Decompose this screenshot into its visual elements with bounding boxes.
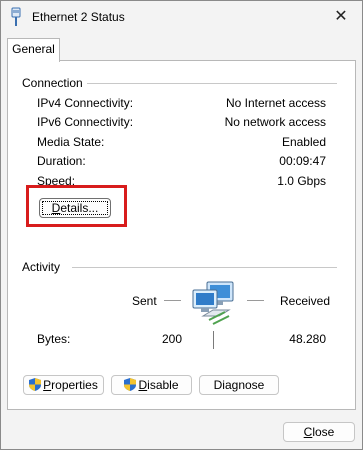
bytes-separator xyxy=(213,331,214,349)
tab-general[interactable]: General xyxy=(7,38,60,62)
disable-label: isable xyxy=(147,378,179,392)
connection-group-title: Connection xyxy=(22,76,89,90)
properties-label: roperties xyxy=(51,378,98,392)
ipv6-value: No network access xyxy=(224,115,326,129)
general-panel xyxy=(7,60,356,410)
status-dialog: Ethernet 2 Status ✕ General Connection I… xyxy=(0,0,363,450)
duration-label: Duration: xyxy=(37,154,86,168)
media-state-label: Media State: xyxy=(37,135,105,149)
properties-accel: P xyxy=(43,378,52,392)
properties-button[interactable]: Properties xyxy=(23,375,104,395)
uac-shield-icon xyxy=(29,378,42,391)
diagnose-button[interactable]: Diagnose xyxy=(199,375,279,395)
close-button[interactable]: Close xyxy=(283,422,355,442)
duration-value: 00:09:47 xyxy=(279,154,326,168)
bytes-label: Bytes: xyxy=(37,332,71,346)
window-title: Ethernet 2 Status xyxy=(32,10,125,24)
close-icon[interactable]: ✕ xyxy=(330,7,352,27)
ipv6-label: IPv6 Connectivity: xyxy=(37,115,134,129)
received-line xyxy=(247,300,264,301)
bytes-received-value: 48.280 xyxy=(289,332,326,346)
media-state-value: Enabled xyxy=(281,135,326,149)
ipv4-label: IPv4 Connectivity: xyxy=(37,96,134,110)
disable-accel: D xyxy=(138,378,148,392)
connection-divider xyxy=(87,83,337,84)
sent-line xyxy=(164,300,181,301)
received-label: Received xyxy=(280,294,331,308)
bytes-sent-value: 200 xyxy=(161,332,182,346)
close-label: lose xyxy=(312,425,335,439)
details-highlight-box xyxy=(26,185,127,227)
network-computers-icon xyxy=(192,281,234,325)
disable-button[interactable]: Disable xyxy=(111,375,192,395)
title-bar: Ethernet 2 Status ✕ xyxy=(1,1,362,33)
activity-group-title: Activity xyxy=(22,260,67,274)
uac-shield-icon xyxy=(124,378,137,391)
activity-divider xyxy=(72,267,337,268)
speed-value: 1.0 Gbps xyxy=(277,174,326,188)
ipv4-value: No Internet access xyxy=(225,96,326,110)
sent-label: Sent xyxy=(132,294,157,308)
ethernet-plug-icon xyxy=(11,7,21,26)
